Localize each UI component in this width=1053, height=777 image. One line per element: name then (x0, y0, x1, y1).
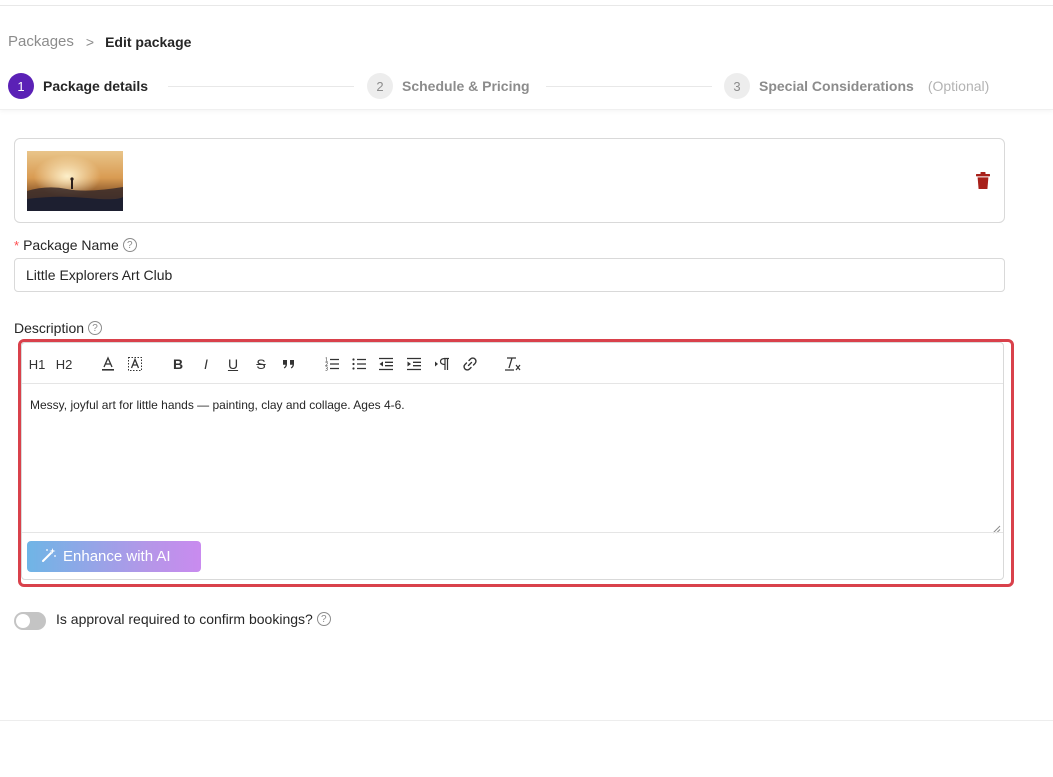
editor-highlight-frame (18, 339, 1014, 587)
package-name-input[interactable] (14, 258, 1005, 292)
step-label: Schedule & Pricing (402, 78, 530, 94)
bottom-divider (0, 720, 1053, 721)
step-number: 3 (724, 73, 750, 99)
help-icon[interactable]: ? (316, 612, 331, 626)
delete-image-icon[interactable] (976, 172, 990, 190)
stepper: 1 Package details 2 Schedule & Pricing 3… (8, 73, 1048, 101)
step-connector (168, 86, 354, 87)
approval-label-text: Is approval required to confirm bookings… (56, 611, 313, 627)
breadcrumb-current: Edit package (105, 33, 192, 50)
label-text: Description (14, 320, 85, 336)
help-icon[interactable]: ? (88, 321, 103, 335)
breadcrumb-separator: > (85, 33, 95, 50)
step-package-details[interactable]: 1 Package details (8, 73, 148, 99)
breadcrumb: Packages > Edit package (8, 33, 191, 50)
step-special-considerations[interactable]: 3 Special Considerations (Optional) (724, 73, 989, 99)
approval-label: Is approval required to confirm bookings… (56, 611, 331, 627)
package-image-thumbnail[interactable] (27, 151, 123, 211)
page-header: Packages > Edit package 1 Package detail… (0, 6, 1053, 110)
image-upload-box (14, 138, 1005, 223)
toggle-knob (16, 614, 30, 628)
help-icon[interactable]: ? (122, 238, 137, 252)
label-text: Package Name (23, 237, 119, 253)
step-optional-tag: (Optional) (927, 78, 990, 94)
required-mark: * (14, 237, 20, 253)
step-connector (546, 86, 712, 87)
package-name-label: * Package Name ? (14, 237, 137, 253)
step-number: 1 (8, 73, 34, 99)
step-schedule-pricing[interactable]: 2 Schedule & Pricing (367, 73, 530, 99)
step-label: Package details (43, 78, 149, 94)
step-number: 2 (367, 73, 393, 99)
breadcrumb-packages-link[interactable]: Packages (8, 33, 74, 50)
description-label: Description ? (14, 320, 103, 336)
approval-toggle[interactable] (14, 612, 46, 630)
step-label: Special Considerations (759, 78, 914, 94)
